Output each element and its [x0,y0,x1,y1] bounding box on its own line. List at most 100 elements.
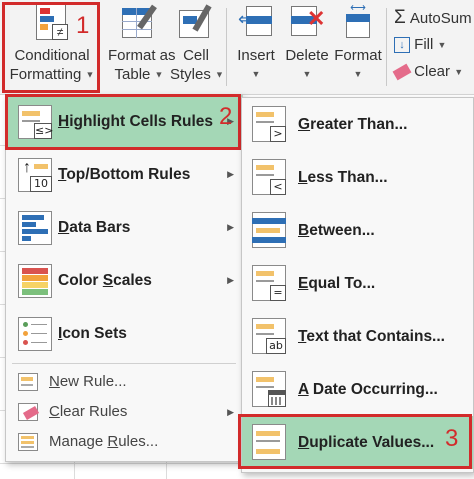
chevron-right-icon: ▶ [227,407,234,417]
cell-styles-button[interactable]: Cell Styles ▼ [170,4,224,92]
menu-item-clear-rules[interactable]: Clear Rules ▶ [6,397,242,427]
annotation-number-3: 3 [445,425,459,452]
label-rest: Date Occurring... [308,381,438,398]
mnemonic: G [298,116,311,133]
mnemonic: S [102,272,114,289]
label-rest: lear Rules [59,403,128,420]
mnemonic: C [49,403,60,420]
label-rest: cales [113,272,152,289]
top-bottom-rules-icon: ↑ 10 [18,158,52,192]
label-rest: con Sets [62,325,127,342]
menu-item-label: Greater Than... [298,98,407,151]
ribbon: ≠ Conditional Formatting ▼ Format as Tab… [0,0,474,95]
date-occurring-icon [252,371,288,409]
menu-item-less-than[interactable]: < Less Than... [242,151,473,204]
clear-button[interactable]: Clear ▼ [392,61,464,83]
mnemonic: D [58,219,70,236]
menu-item-label: Clear Rules [49,397,127,427]
equal-to-icon: = [252,265,288,303]
menu-item-label: Top/Bottom Rules [58,148,190,201]
format-as-table-label-2-wrap: Table ▼ [108,65,170,85]
mnemonic: A [298,381,309,398]
eraser-icon [392,63,412,81]
label-rest: reater Than... [310,116,408,133]
label-rest: ext that Contains... [306,328,445,345]
menu-item-label: New Rule... [49,367,127,397]
label-rest: ules... [118,433,159,450]
delete-button[interactable]: ✕ Delete ▼ [283,4,331,92]
clear-rules-icon [18,403,40,421]
chevron-right-icon: ▶ [227,169,234,179]
format-label: Format [334,47,382,64]
chevron-down-icon: ▼ [353,69,363,79]
delete-cells-icon: ✕ [289,4,325,42]
mnemonic: B [298,222,310,239]
equal-to-badge: = [270,285,286,301]
label-rest: ata Bars [69,219,131,236]
menu-item-top-bottom-rules[interactable]: ↑ 10 Top/Bottom Rules ▶ [6,148,242,201]
menu-item-label: Text that Contains... [298,310,445,363]
menu-item-a-date-occurring[interactable]: A Date Occurring... [242,363,473,416]
calendar-icon [268,390,286,407]
fill-down-icon: ↓ [394,37,410,54]
less-than-badge: < [270,179,286,195]
icon-sets-icon [18,317,52,351]
chevron-down-icon: ▼ [454,67,464,78]
menu-item-label: A Date Occurring... [298,363,438,416]
label-rest: ess Than... [307,169,388,186]
less-than-icon: < [252,159,288,197]
manage-rules-icon [18,433,38,451]
new-rule-icon [18,373,38,391]
annotation-number-2: 2 [219,103,233,130]
format-as-table-icon [122,4,157,42]
autosum-button[interactable]: Σ AutoSum [394,7,472,29]
cell-styles-label-2: Styles [170,66,211,83]
text-contains-icon: ab [252,318,288,356]
menu-item-label: Color Scales [58,254,152,307]
menu-item-greater-than[interactable]: > Greater Than... [242,98,473,151]
menu-item-new-rule[interactable]: New Rule... [6,367,242,397]
cell-styles-icon [179,4,213,42]
menu-separator [12,363,236,364]
delete-label: Delete [285,47,329,64]
greater-than-icon: > [252,106,288,144]
insert-button[interactable]: ⇐ Insert ▼ [231,4,281,92]
greater-than-badge: > [270,126,286,142]
menu-item-label: Data Bars [58,201,130,254]
label-pre: Color [58,272,103,289]
menu-item-label: Manage Rules... [49,427,158,457]
ribbon-separator [226,8,227,86]
menu-item-between[interactable]: Between... [242,204,473,257]
menu-item-label: Between... [298,204,375,257]
label-rest: op/Bottom Rules [66,166,191,183]
menu-item-text-that-contains[interactable]: ab Text that Contains... [242,310,473,363]
format-button[interactable]: ⟷ Format ▼ [333,3,383,92]
fill-button[interactable]: ↓ Fill ▼ [394,34,446,56]
autosum-label: AutoSum [409,10,472,27]
fill-label: Fill [414,36,434,53]
menu-item-label: Less Than... [298,151,388,204]
mnemonic: E [298,275,309,292]
chevron-down-icon: ▼ [302,69,312,79]
menu-item-equal-to[interactable]: = Equal To... [242,257,473,310]
chevron-right-icon: ▶ [227,275,234,285]
menu-item-icon-sets[interactable]: Icon Sets [6,307,242,360]
between-icon [252,212,288,250]
label-rest: ew Rule... [59,373,127,390]
menu-item-data-bars[interactable]: Data Bars ▶ [6,201,242,254]
chevron-down-icon: ▼ [251,69,261,79]
ribbon-separator [386,8,387,86]
mnemonic: R [107,433,119,450]
annotation-box-2 [5,94,241,150]
chevron-down-icon: ▼ [215,69,224,80]
annotation-number-1: 1 [76,12,90,39]
label-pre: Manage [49,433,108,450]
format-cells-icon: ⟷ [340,3,376,42]
sigma-icon: Σ [394,7,406,28]
format-as-table-button[interactable]: Format as Table ▼ [108,4,176,92]
format-as-table-label-1: Format as [108,47,176,64]
menu-item-manage-rules[interactable]: Manage Rules... [6,427,242,457]
clear-label: Clear [414,63,451,80]
mnemonic: N [49,373,60,390]
menu-item-color-scales[interactable]: Color Scales ▶ [6,254,242,307]
